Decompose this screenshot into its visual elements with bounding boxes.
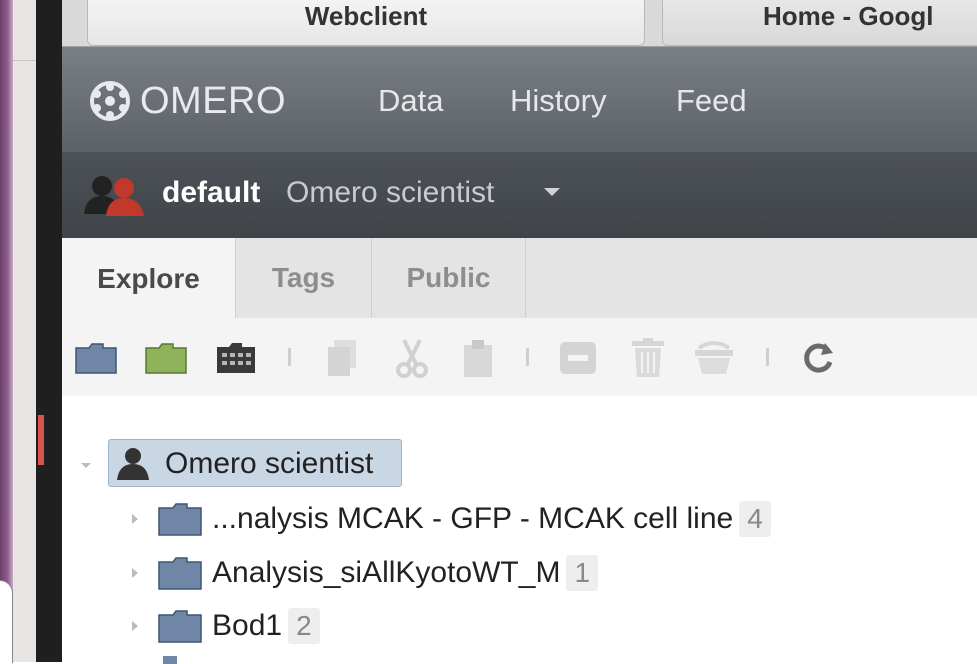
paste-icon[interactable] (456, 336, 500, 380)
toolbar-separator (526, 348, 529, 366)
child-count-badge: 2 (288, 608, 320, 644)
background-window (13, 0, 36, 662)
tree-row-partial[interactable] (162, 654, 192, 664)
chevron-right-icon (132, 621, 138, 631)
nav-data[interactable]: Data (378, 83, 443, 119)
tree-root-node[interactable]: Omero scientist (108, 439, 402, 487)
browser-tab-webclient[interactable]: Webclient (87, 0, 645, 46)
tree-toolbar (62, 318, 977, 397)
project-folder-icon (158, 557, 202, 590)
brand-name: OMERO (140, 79, 287, 122)
tree-item-label: Analysis_siAllKyotoWT_M (212, 556, 561, 589)
tree-row[interactable]: Analysis_siAllKyotoWT_M 1 (128, 548, 599, 598)
desktop-edge (0, 0, 62, 663)
tab-public[interactable]: Public (372, 238, 526, 318)
project-folder-icon (163, 656, 177, 664)
toolbar-separator (766, 348, 769, 366)
project-folder-icon (158, 503, 202, 536)
toolbar-separator (288, 348, 291, 366)
user-name[interactable]: Omero scientist (286, 176, 494, 210)
window-border (36, 0, 62, 662)
omero-logo[interactable]: OMERO (88, 79, 286, 123)
browser-tab-label: Home - Googl (763, 1, 934, 31)
omero-logo-icon (90, 81, 130, 121)
chevron-right-icon (132, 568, 138, 578)
browser-tab-bar: Webclient Home - Googl (62, 0, 977, 46)
users-icon (84, 176, 144, 216)
cut-icon[interactable] (390, 336, 434, 380)
tree-item-label: Bod1 (212, 609, 283, 642)
delete-icon[interactable] (626, 336, 670, 380)
new-screen-icon[interactable] (214, 336, 258, 380)
tree-root-expander[interactable] (78, 440, 94, 490)
nav-feed[interactable]: Feed (676, 83, 747, 119)
data-tree: Omero scientist ...nalysis MCAK - GFP - … (62, 396, 977, 664)
user-icon (117, 448, 149, 480)
new-project-icon[interactable] (74, 336, 118, 380)
tree-row[interactable]: Bod1 2 (128, 601, 320, 651)
group-name[interactable]: default (162, 176, 260, 210)
tab-tags[interactable]: Tags (236, 238, 372, 318)
browser-tab-label: Webclient (304, 1, 428, 31)
user-bar: default Omero scientist (62, 152, 977, 238)
desktop-wallpaper (0, 0, 13, 662)
panel-tabs: Explore Tags Public (62, 238, 977, 319)
child-count-badge: 4 (739, 501, 771, 537)
new-dataset-icon[interactable] (144, 336, 188, 380)
copy-icon[interactable] (320, 336, 364, 380)
tree-root-label: Omero scientist (165, 447, 374, 480)
project-folder-icon (158, 610, 202, 643)
chevron-down-icon (81, 463, 91, 468)
tab-explore[interactable]: Explore (62, 238, 236, 319)
refresh-icon[interactable] (796, 336, 840, 380)
tree-item-label: ...nalysis MCAK - GFP - MCAK cell line (212, 502, 734, 535)
background-window-corner (0, 580, 13, 663)
chevron-right-icon (132, 514, 138, 524)
background-window-divider (13, 60, 36, 61)
remove-icon[interactable] (556, 336, 600, 380)
child-count-badge: 1 (566, 555, 599, 591)
background-window-marker (38, 415, 44, 465)
top-navigation-bar: OMERO Data History Feed (62, 46, 977, 153)
chevron-down-icon[interactable] (544, 188, 560, 196)
nav-history[interactable]: History (510, 83, 606, 119)
tree-row[interactable]: ...nalysis MCAK - GFP - MCAK cell line 4 (128, 494, 771, 544)
empty-basket-icon[interactable] (692, 336, 736, 380)
browser-tab-google[interactable]: Home - Googl (662, 0, 977, 46)
